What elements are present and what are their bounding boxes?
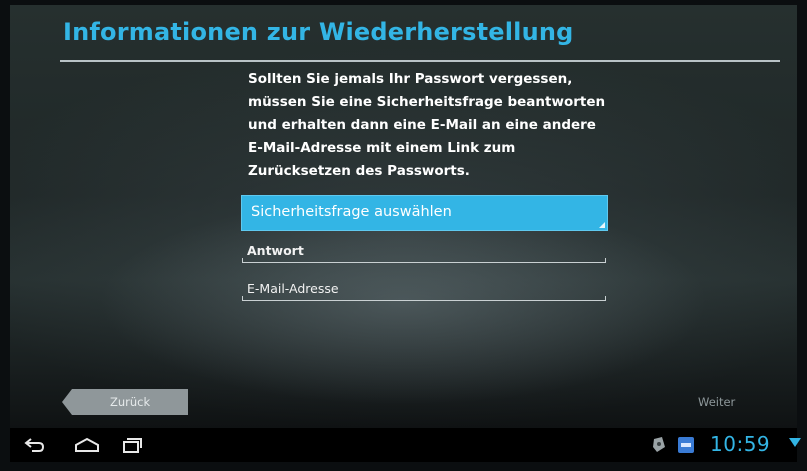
answer-field[interactable]: Antwort bbox=[242, 239, 606, 263]
info-line: Sollten Sie jemals Ihr Passwort vergesse… bbox=[248, 71, 573, 87]
page-title: Informationen zur Wiederherstellung bbox=[63, 18, 574, 46]
answer-underline bbox=[242, 262, 606, 263]
next-button[interactable]: Weiter bbox=[698, 395, 735, 409]
email-underline bbox=[242, 300, 606, 301]
system-navigation-bar: 10:59 bbox=[10, 428, 801, 462]
title-divider bbox=[60, 60, 780, 62]
field-edge bbox=[242, 296, 243, 301]
info-line: Zurücksetzen des Passworts. bbox=[248, 163, 470, 179]
security-question-label: Sicherheitsfrage auswählen bbox=[251, 204, 452, 220]
email-field[interactable]: E-Mail-Adresse bbox=[242, 277, 606, 301]
status-clock: 10:59 bbox=[710, 432, 771, 456]
field-edge bbox=[605, 258, 606, 263]
home-icon[interactable] bbox=[74, 436, 100, 458]
info-line: E-Mail-Adresse mit einem Link zum bbox=[248, 140, 516, 156]
back-icon[interactable] bbox=[23, 436, 45, 458]
info-line: und erhalten dann eine E-Mail an eine an… bbox=[248, 117, 596, 133]
field-edge bbox=[242, 258, 243, 263]
info-text: Sollten Sie jemals Ihr Passwort vergesse… bbox=[248, 68, 608, 183]
setup-screen: Informationen zur Wiederherstellung Soll… bbox=[10, 5, 797, 428]
back-button[interactable]: Zurück bbox=[62, 389, 188, 415]
dropdown-corner-icon bbox=[599, 222, 605, 228]
recent-apps-icon[interactable] bbox=[121, 436, 143, 458]
answer-placeholder: Antwort bbox=[247, 243, 304, 258]
field-edge bbox=[605, 296, 606, 301]
back-button-label: Zurück bbox=[110, 395, 151, 409]
notification-icon[interactable] bbox=[651, 435, 667, 459]
security-question-dropdown[interactable]: Sicherheitsfrage auswählen bbox=[241, 195, 608, 231]
store-icon[interactable] bbox=[678, 437, 694, 453]
wifi-icon bbox=[789, 438, 801, 447]
email-placeholder: E-Mail-Adresse bbox=[247, 281, 339, 296]
info-line: müssen Sie eine Sicherheitsfrage beantwo… bbox=[248, 94, 606, 110]
